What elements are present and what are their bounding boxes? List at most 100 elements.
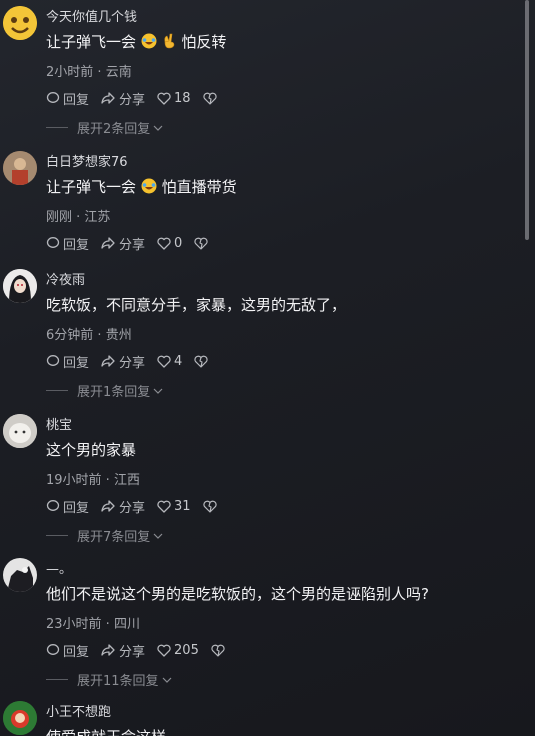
share-button[interactable]: 分享 <box>101 89 145 108</box>
expand-replies-label: 展开11条回复 <box>77 674 159 689</box>
divider <box>46 127 68 128</box>
share-label: 分享 <box>119 644 146 660</box>
comment-item: 今天你值几个钱 让子弹飞一会 怕反转 2小时前 · 云南 回复 分享 18 展开… <box>0 6 525 141</box>
comment-item: —。 他们不是说这个男的是吃软饭的，这个男的是诬陷别人吗? 23小时前 · 四川… <box>0 558 525 693</box>
share-icon <box>101 355 115 367</box>
comment-location: 贵州 <box>105 328 132 343</box>
comment-text-part: 让子弹飞一会 <box>46 33 137 51</box>
avatar[interactable] <box>3 6 37 40</box>
reply-icon <box>46 355 60 366</box>
heart-icon <box>157 237 171 250</box>
share-button[interactable]: 分享 <box>101 497 145 516</box>
like-button[interactable]: 18 <box>157 91 191 106</box>
like-button[interactable]: 4 <box>157 354 182 369</box>
reply-icon <box>46 237 60 248</box>
username[interactable]: —。 <box>46 558 72 577</box>
comment-text-part: 让子弹飞一会 <box>46 178 137 196</box>
username[interactable]: 小王不想跑 <box>46 701 111 720</box>
like-button[interactable]: 205 <box>157 643 199 658</box>
share-button[interactable]: 分享 <box>101 234 145 253</box>
username[interactable]: 今天你值几个钱 <box>46 6 137 25</box>
expand-replies-label: 展开7条回复 <box>77 530 151 545</box>
reply-icon <box>46 500 60 511</box>
divider <box>46 390 68 391</box>
expand-replies[interactable]: 展开11条回复 <box>46 670 173 689</box>
avatar[interactable] <box>3 414 37 448</box>
like-count: 205 <box>174 642 199 658</box>
avatar[interactable] <box>3 151 37 185</box>
expand-replies[interactable]: 展开7条回复 <box>46 526 164 545</box>
comment-meta: 19小时前 · 江西 <box>46 469 140 488</box>
comment-meta: 23小时前 · 四川 <box>46 613 140 632</box>
share-button[interactable]: 分享 <box>101 641 145 660</box>
reply-label: 回复 <box>63 355 90 371</box>
expand-replies[interactable]: 展开1条回复 <box>46 381 164 400</box>
heart-icon <box>157 355 171 368</box>
comment-actions: 回复 分享 0 <box>46 233 223 253</box>
reply-button[interactable]: 回复 <box>46 641 89 660</box>
avatar[interactable] <box>3 558 37 592</box>
comment-location: 江苏 <box>84 210 111 225</box>
dislike-button[interactable] <box>202 92 220 105</box>
comment-actions: 回复 分享 18 <box>46 88 232 108</box>
username[interactable]: 冷夜雨 <box>46 269 85 288</box>
like-button[interactable]: 0 <box>157 236 182 251</box>
share-icon <box>101 237 115 249</box>
reply-icon <box>46 644 60 655</box>
dislike-button[interactable] <box>211 644 228 657</box>
share-label: 分享 <box>119 237 146 253</box>
dislike-button[interactable] <box>194 237 211 250</box>
share-icon <box>101 92 115 104</box>
comment-text: 这个男的家暴 <box>46 441 137 459</box>
comment-time: 2小时前 <box>46 65 94 80</box>
heart-icon <box>157 644 171 657</box>
reply-label: 回复 <box>63 92 90 108</box>
broken-heart-icon <box>202 500 217 513</box>
share-label: 分享 <box>119 355 146 371</box>
reply-label: 回复 <box>63 500 90 516</box>
share-button[interactable]: 分享 <box>101 352 145 371</box>
comment-text: 让子弹飞一会 怕直播带货 <box>46 176 237 198</box>
dislike-button[interactable] <box>202 500 220 513</box>
comment-time: 刚刚 <box>46 210 73 225</box>
broken-heart-icon <box>211 644 225 657</box>
reply-button[interactable]: 回复 <box>46 352 89 371</box>
expand-replies[interactable]: 展开2条回复 <box>46 118 164 137</box>
divider <box>46 535 68 536</box>
comment-actions: 回复 分享 205 <box>46 640 240 660</box>
reply-label: 回复 <box>63 644 90 660</box>
reply-button[interactable]: 回复 <box>46 234 89 253</box>
comment-time: 23小时前 <box>46 617 102 632</box>
comment-meta: 2小时前 · 云南 <box>46 61 132 80</box>
reply-button[interactable]: 回复 <box>46 89 89 108</box>
broken-heart-icon <box>194 237 208 250</box>
broken-heart-icon <box>202 92 217 105</box>
comment-meta: 6分钟前 · 贵州 <box>46 324 132 343</box>
avatar[interactable] <box>3 701 37 735</box>
comment-location: 云南 <box>105 65 132 80</box>
comment-text: 使爱成就王命这样 <box>46 726 166 736</box>
username[interactable]: 白日梦想家76 <box>46 151 128 170</box>
avatar[interactable] <box>3 269 37 303</box>
reply-label: 回复 <box>63 237 90 253</box>
heart-icon <box>157 92 171 105</box>
scrollbar[interactable] <box>525 0 529 240</box>
comment-actions: 回复 分享 4 <box>46 351 223 371</box>
comment-item: 冷夜雨 吃软饭，不同意分手，家暴，这男的无敌了， 6分钟前 · 贵州 回复 分享… <box>0 269 525 404</box>
comment-time: 6分钟前 <box>46 328 94 343</box>
like-button[interactable]: 31 <box>157 499 191 514</box>
comment-text-part: 怕反转 <box>181 33 227 51</box>
comment-meta: 刚刚 · 江苏 <box>46 206 110 225</box>
chevron-down-icon <box>153 125 163 131</box>
share-icon <box>101 500 115 512</box>
like-count: 0 <box>174 235 183 251</box>
expand-replies-label: 展开1条回复 <box>77 385 151 400</box>
chevron-down-icon <box>153 533 163 539</box>
heart-icon <box>157 500 171 513</box>
reply-button[interactable]: 回复 <box>46 497 89 516</box>
meta-separator: · <box>101 473 114 488</box>
chevron-down-icon <box>162 677 171 683</box>
username[interactable]: 桃宝 <box>46 414 72 433</box>
dislike-button[interactable] <box>194 355 211 368</box>
share-label: 分享 <box>119 500 146 516</box>
